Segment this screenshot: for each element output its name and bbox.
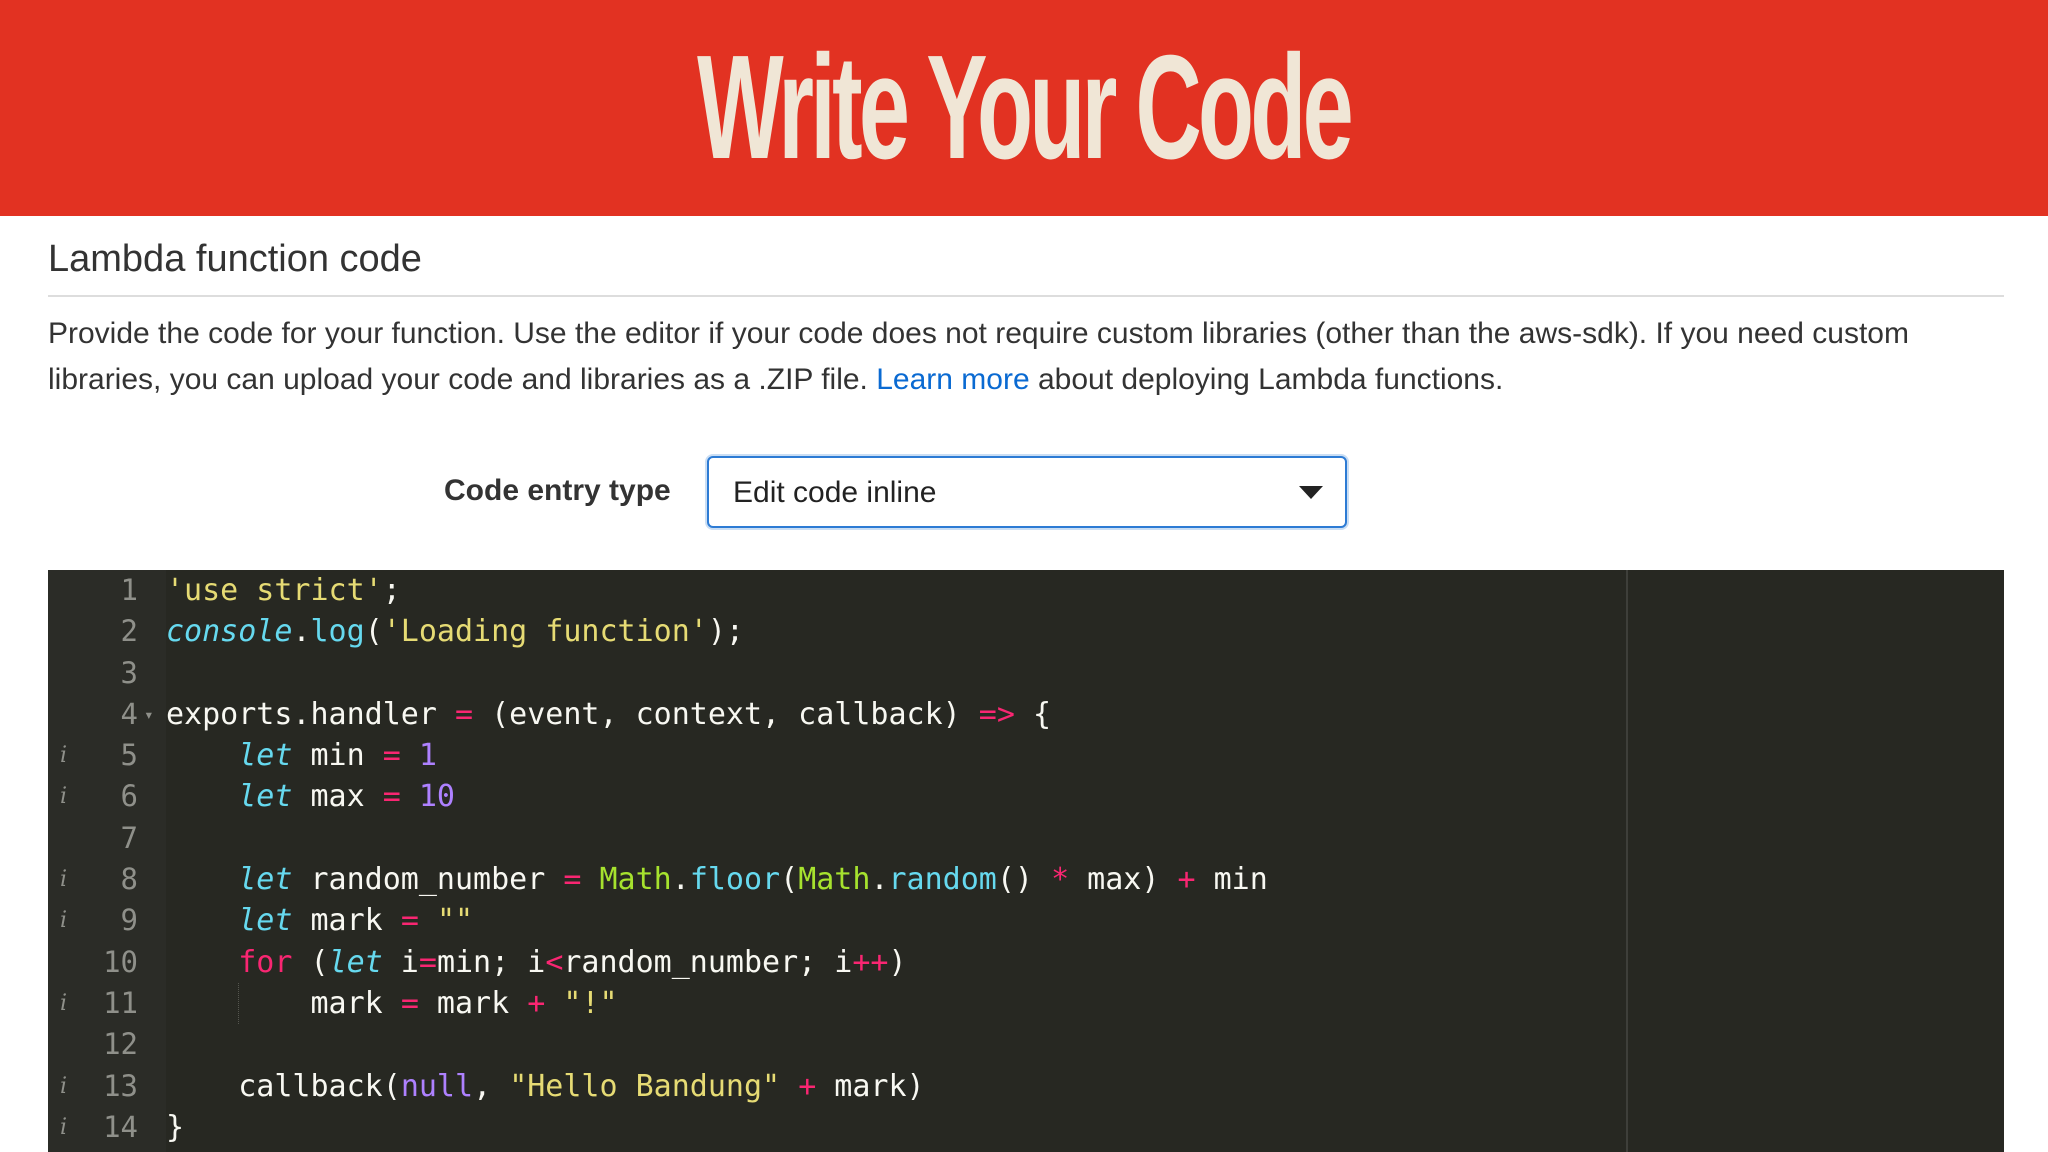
code-line[interactable]: 1 'use strict'; [48, 570, 2004, 611]
line-number: 5 [120, 738, 138, 773]
line-number: 6 [120, 779, 138, 814]
line-number: 2 [120, 614, 138, 649]
code-text: for (let i=min; i<random_number; i++) [238, 944, 907, 980]
info-icon[interactable]: i [60, 776, 67, 817]
line-number: 7 [120, 820, 138, 855]
code-entry-type-label: Code entry type [444, 474, 671, 507]
code-line[interactable]: 7 [48, 818, 2004, 859]
code-entry-type-value: Edit code inline [733, 476, 937, 509]
lambda-code-section: Lambda function code Provide the code fo… [48, 216, 2004, 528]
info-icon[interactable]: i [60, 859, 67, 900]
line-number: 11 [103, 985, 138, 1020]
code-text: console.log('Loading function'); [166, 614, 744, 650]
code-text: let random_number = Math.floor(Math.rand… [238, 862, 1268, 898]
code-entry-type-select[interactable]: Edit code inline [707, 456, 1347, 528]
code-line[interactable]: i 5 let min = 1 [48, 735, 2004, 776]
code-line[interactable]: i 8 let random_number = Math.floor(Math.r… [48, 859, 2004, 900]
code-text: let min = 1 [238, 738, 437, 774]
code-text: let max = 10 [238, 779, 455, 815]
info-icon[interactable]: i [60, 900, 67, 941]
learn-more-link[interactable]: Learn more [876, 363, 1029, 396]
code-line[interactable]: i 14} [48, 1107, 2004, 1148]
code-text: } [166, 1109, 185, 1145]
code-text: 'use strict'; [166, 573, 401, 608]
code-line[interactable]: 4 ▾ exports.handler = (event, context, cal… [48, 694, 2004, 735]
banner-title: Write Your Code [697, 25, 1355, 190]
line-number: 9 [120, 903, 138, 938]
code-line[interactable]: 12 [48, 1024, 2004, 1065]
code-text: exports.handler = (event, context, callb… [166, 696, 1052, 732]
line-number: 1 [120, 573, 138, 607]
line-number: 13 [103, 1068, 138, 1103]
line-number: 10 [103, 944, 138, 979]
section-description: Provide the code for your function. Use … [48, 311, 2008, 403]
code-entry-row: Code entry type Edit code inline [48, 456, 2004, 528]
code-text: callback(null, "Hello Bandung" + mark) [166, 1068, 925, 1104]
code-line[interactable]: i 6 let max = 10 [48, 776, 2004, 817]
code-lines[interactable]: 1 'use strict'; 2 console.log('Loading func… [48, 570, 2004, 1148]
line-number: 12 [103, 1027, 138, 1062]
description-text-end: about deploying Lambda functions. [1029, 363, 1504, 396]
code-editor[interactable]: 1 'use strict'; 2 console.log('Loading func… [48, 570, 2004, 1152]
line-number: 14 [103, 1109, 138, 1144]
code-text: let mark = "" [238, 903, 474, 939]
code-line[interactable]: i 13 callback(null, "Hello Bandung" + mar… [48, 1066, 2004, 1107]
code-line[interactable]: 2 console.log('Loading function'); [48, 611, 2004, 652]
fold-arrow-icon[interactable]: ▾ [144, 694, 154, 735]
info-icon[interactable]: i [60, 735, 67, 776]
code-text: mark = mark + "!" [166, 985, 618, 1021]
code-line[interactable]: i 11 mark = mark + "!" [48, 982, 2004, 1025]
info-icon[interactable]: i [60, 1066, 67, 1107]
header-banner: Write Your Code [0, 0, 2048, 216]
line-number: 3 [120, 655, 138, 690]
line-number: 4 [120, 696, 138, 731]
code-line[interactable]: 3 [48, 653, 2004, 694]
info-icon[interactable]: i [60, 983, 67, 1024]
code-line[interactable]: i 9 let mark = "" [48, 900, 2004, 941]
line-number: 8 [120, 862, 138, 897]
chevron-down-icon [1299, 486, 1323, 499]
section-title: Lambda function code [48, 238, 2004, 297]
info-icon[interactable]: i [60, 1107, 67, 1148]
code-line[interactable]: 10 for (let i=min; i<random_number; i++) [48, 942, 2004, 983]
